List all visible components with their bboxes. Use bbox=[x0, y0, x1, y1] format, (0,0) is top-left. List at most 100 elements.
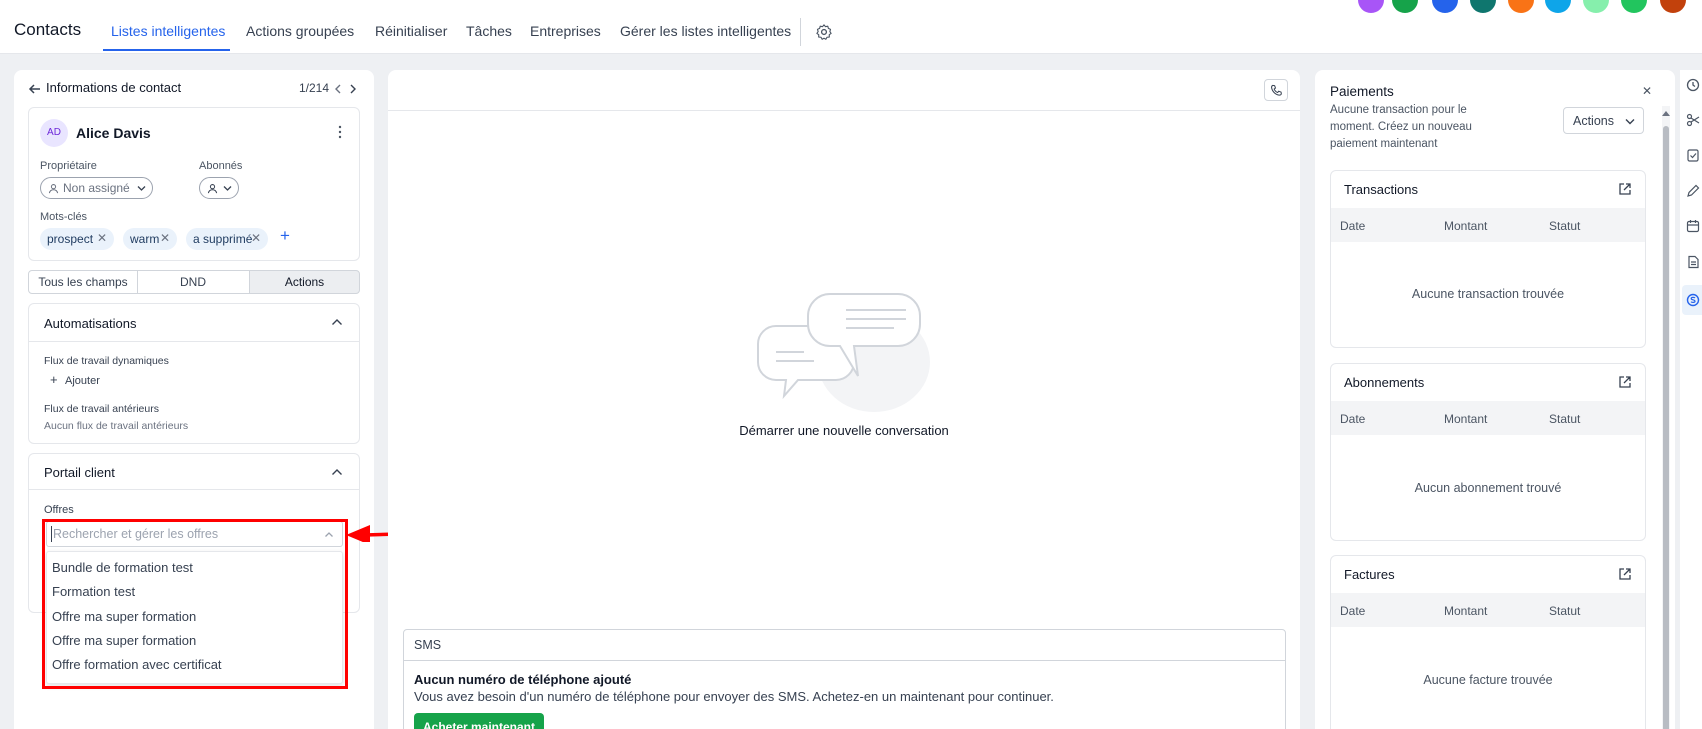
scroll-up-icon[interactable] bbox=[1662, 110, 1670, 118]
segment-actions[interactable]: Actions bbox=[249, 270, 360, 294]
contact-name: Alice Davis bbox=[76, 125, 151, 141]
empty-state-text: Aucun abonnement trouvé bbox=[1414, 481, 1562, 495]
payments-subtitle-line: paiement maintenant bbox=[1330, 138, 1438, 150]
user-avatar[interactable] bbox=[1508, 0, 1534, 13]
user-avatar[interactable] bbox=[1358, 0, 1384, 13]
column-amount: Montant bbox=[1444, 604, 1488, 618]
payment-icon[interactable] bbox=[1686, 293, 1700, 307]
tag-label: warm bbox=[130, 232, 160, 246]
chevron-left-icon[interactable] bbox=[333, 83, 343, 95]
segment-all-fields[interactable]: Tous les champs bbox=[28, 270, 138, 294]
document-icon[interactable] bbox=[1686, 255, 1700, 269]
tab-reset[interactable]: Réinitialiser bbox=[375, 23, 447, 39]
payments-subtitle-line: moment. Créez un nouveau bbox=[1330, 121, 1472, 133]
pencil-icon[interactable] bbox=[1686, 184, 1700, 198]
remove-tag-icon[interactable]: ✕ bbox=[251, 231, 261, 245]
column-status: Statut bbox=[1549, 412, 1581, 426]
remove-tag-icon[interactable]: ✕ bbox=[97, 231, 107, 245]
external-link-icon[interactable] bbox=[1618, 567, 1632, 581]
workflow-icon[interactable] bbox=[1686, 113, 1700, 127]
tab-tasks[interactable]: Tâches bbox=[466, 23, 512, 39]
add-tag-icon[interactable]: + bbox=[280, 226, 290, 246]
section-divider bbox=[28, 489, 360, 490]
empty-state-text: Aucune transaction trouvée bbox=[1411, 287, 1565, 301]
user-avatar[interactable] bbox=[1432, 0, 1458, 13]
side-tool-strip bbox=[1680, 70, 1702, 729]
tag-chip: prospect ✕ bbox=[40, 228, 114, 250]
tag-label: a supprimé bbox=[193, 232, 253, 246]
owner-value: Non assigné bbox=[63, 181, 130, 195]
payments-actions-dropdown[interactable]: Actions bbox=[1563, 107, 1644, 134]
dynamic-workflows-label: Flux de travail dynamiques bbox=[44, 355, 169, 367]
external-link-icon[interactable] bbox=[1618, 375, 1632, 389]
tag-label: prospect bbox=[47, 232, 94, 246]
calendar-icon[interactable] bbox=[1686, 219, 1700, 233]
chevron-down-icon bbox=[137, 186, 146, 191]
external-link-icon[interactable] bbox=[1618, 182, 1632, 196]
table-header-row bbox=[1331, 401, 1645, 435]
back-arrow-icon[interactable] bbox=[28, 82, 42, 96]
user-avatar[interactable] bbox=[1660, 0, 1686, 13]
table-header-row bbox=[1331, 208, 1645, 242]
add-workflow-button[interactable]: Ajouter bbox=[65, 375, 100, 387]
segment-dnd[interactable]: DND bbox=[137, 270, 250, 294]
more-options-icon[interactable] bbox=[333, 124, 347, 140]
user-avatar[interactable] bbox=[1392, 0, 1418, 13]
user-avatar[interactable] bbox=[1621, 0, 1647, 13]
past-workflows-empty: Aucun flux de travail antérieurs bbox=[44, 420, 189, 432]
buy-number-button[interactable]: Acheter maintenant bbox=[414, 713, 544, 729]
user-avatar[interactable] bbox=[1545, 0, 1571, 13]
followers-select[interactable] bbox=[199, 177, 239, 199]
payments-title: Paiements bbox=[1330, 84, 1394, 99]
tab-manage-smart-lists[interactable]: Gérer les listes intelligentes bbox=[620, 23, 791, 39]
owner-label: Propriétaire bbox=[40, 160, 97, 172]
tag-chip: warm ✕ bbox=[123, 228, 177, 250]
empty-conversation-title: Démarrer une nouvelle conversation bbox=[739, 423, 949, 438]
chevron-down-icon bbox=[223, 186, 232, 191]
chevron-up-icon[interactable] bbox=[331, 318, 343, 326]
followers-label: Abonnés bbox=[199, 160, 243, 172]
call-button[interactable] bbox=[1264, 79, 1288, 101]
user-avatar[interactable] bbox=[1583, 0, 1609, 13]
tab-companies[interactable]: Entreprises bbox=[530, 23, 601, 39]
user-icon bbox=[48, 184, 59, 194]
user-avatar[interactable] bbox=[1470, 0, 1496, 13]
column-date: Date bbox=[1340, 412, 1366, 426]
highlight-box bbox=[42, 519, 348, 689]
column-status: Statut bbox=[1549, 604, 1581, 618]
column-amount: Montant bbox=[1444, 219, 1488, 233]
remove-tag-icon[interactable]: ✕ bbox=[160, 231, 170, 245]
transactions-title: Transactions bbox=[1344, 182, 1418, 197]
top-navigation-bar: Contacts Listes intelligentes Actions gr… bbox=[0, 0, 1702, 54]
payments-subtitle-line: Aucune transaction pour le bbox=[1330, 104, 1467, 116]
tag-chip: a supprimé ✕ bbox=[186, 228, 268, 250]
subscriptions-title: Abonnements bbox=[1344, 375, 1425, 390]
column-date: Date bbox=[1340, 219, 1366, 233]
empty-chat-illustration-icon bbox=[757, 293, 930, 412]
no-phone-text: Vous avez besoin d'un numéro de téléphon… bbox=[414, 689, 1054, 704]
column-amount: Montant bbox=[1444, 412, 1488, 426]
composer-divider bbox=[403, 660, 1286, 661]
no-phone-title: Aucun numéro de téléphone ajouté bbox=[414, 672, 632, 687]
close-icon[interactable]: ✕ bbox=[1642, 84, 1652, 98]
chevron-up-icon[interactable] bbox=[331, 468, 343, 476]
clock-icon[interactable] bbox=[1686, 78, 1700, 92]
section-divider bbox=[28, 341, 360, 342]
task-icon[interactable] bbox=[1686, 148, 1700, 162]
tab-bulk-actions[interactable]: Actions groupées bbox=[246, 23, 354, 39]
automations-title: Automatisations bbox=[44, 316, 137, 331]
chevron-down-icon bbox=[1625, 119, 1635, 125]
tab-sms[interactable]: SMS bbox=[414, 638, 441, 652]
column-date: Date bbox=[1340, 604, 1366, 618]
phone-icon bbox=[1271, 84, 1282, 96]
column-status: Statut bbox=[1549, 219, 1581, 233]
chevron-right-icon[interactable] bbox=[348, 83, 358, 95]
header-divider bbox=[388, 110, 1300, 111]
plus-icon[interactable]: + bbox=[50, 372, 58, 387]
tab-smart-lists[interactable]: Listes intelligentes bbox=[111, 23, 225, 39]
past-workflows-label: Flux de travail antérieurs bbox=[44, 403, 159, 415]
scrollbar-thumb[interactable] bbox=[1663, 126, 1669, 729]
client-portal-title: Portail client bbox=[44, 465, 115, 480]
gear-icon[interactable] bbox=[815, 23, 833, 41]
owner-select[interactable]: Non assigné bbox=[40, 177, 153, 199]
